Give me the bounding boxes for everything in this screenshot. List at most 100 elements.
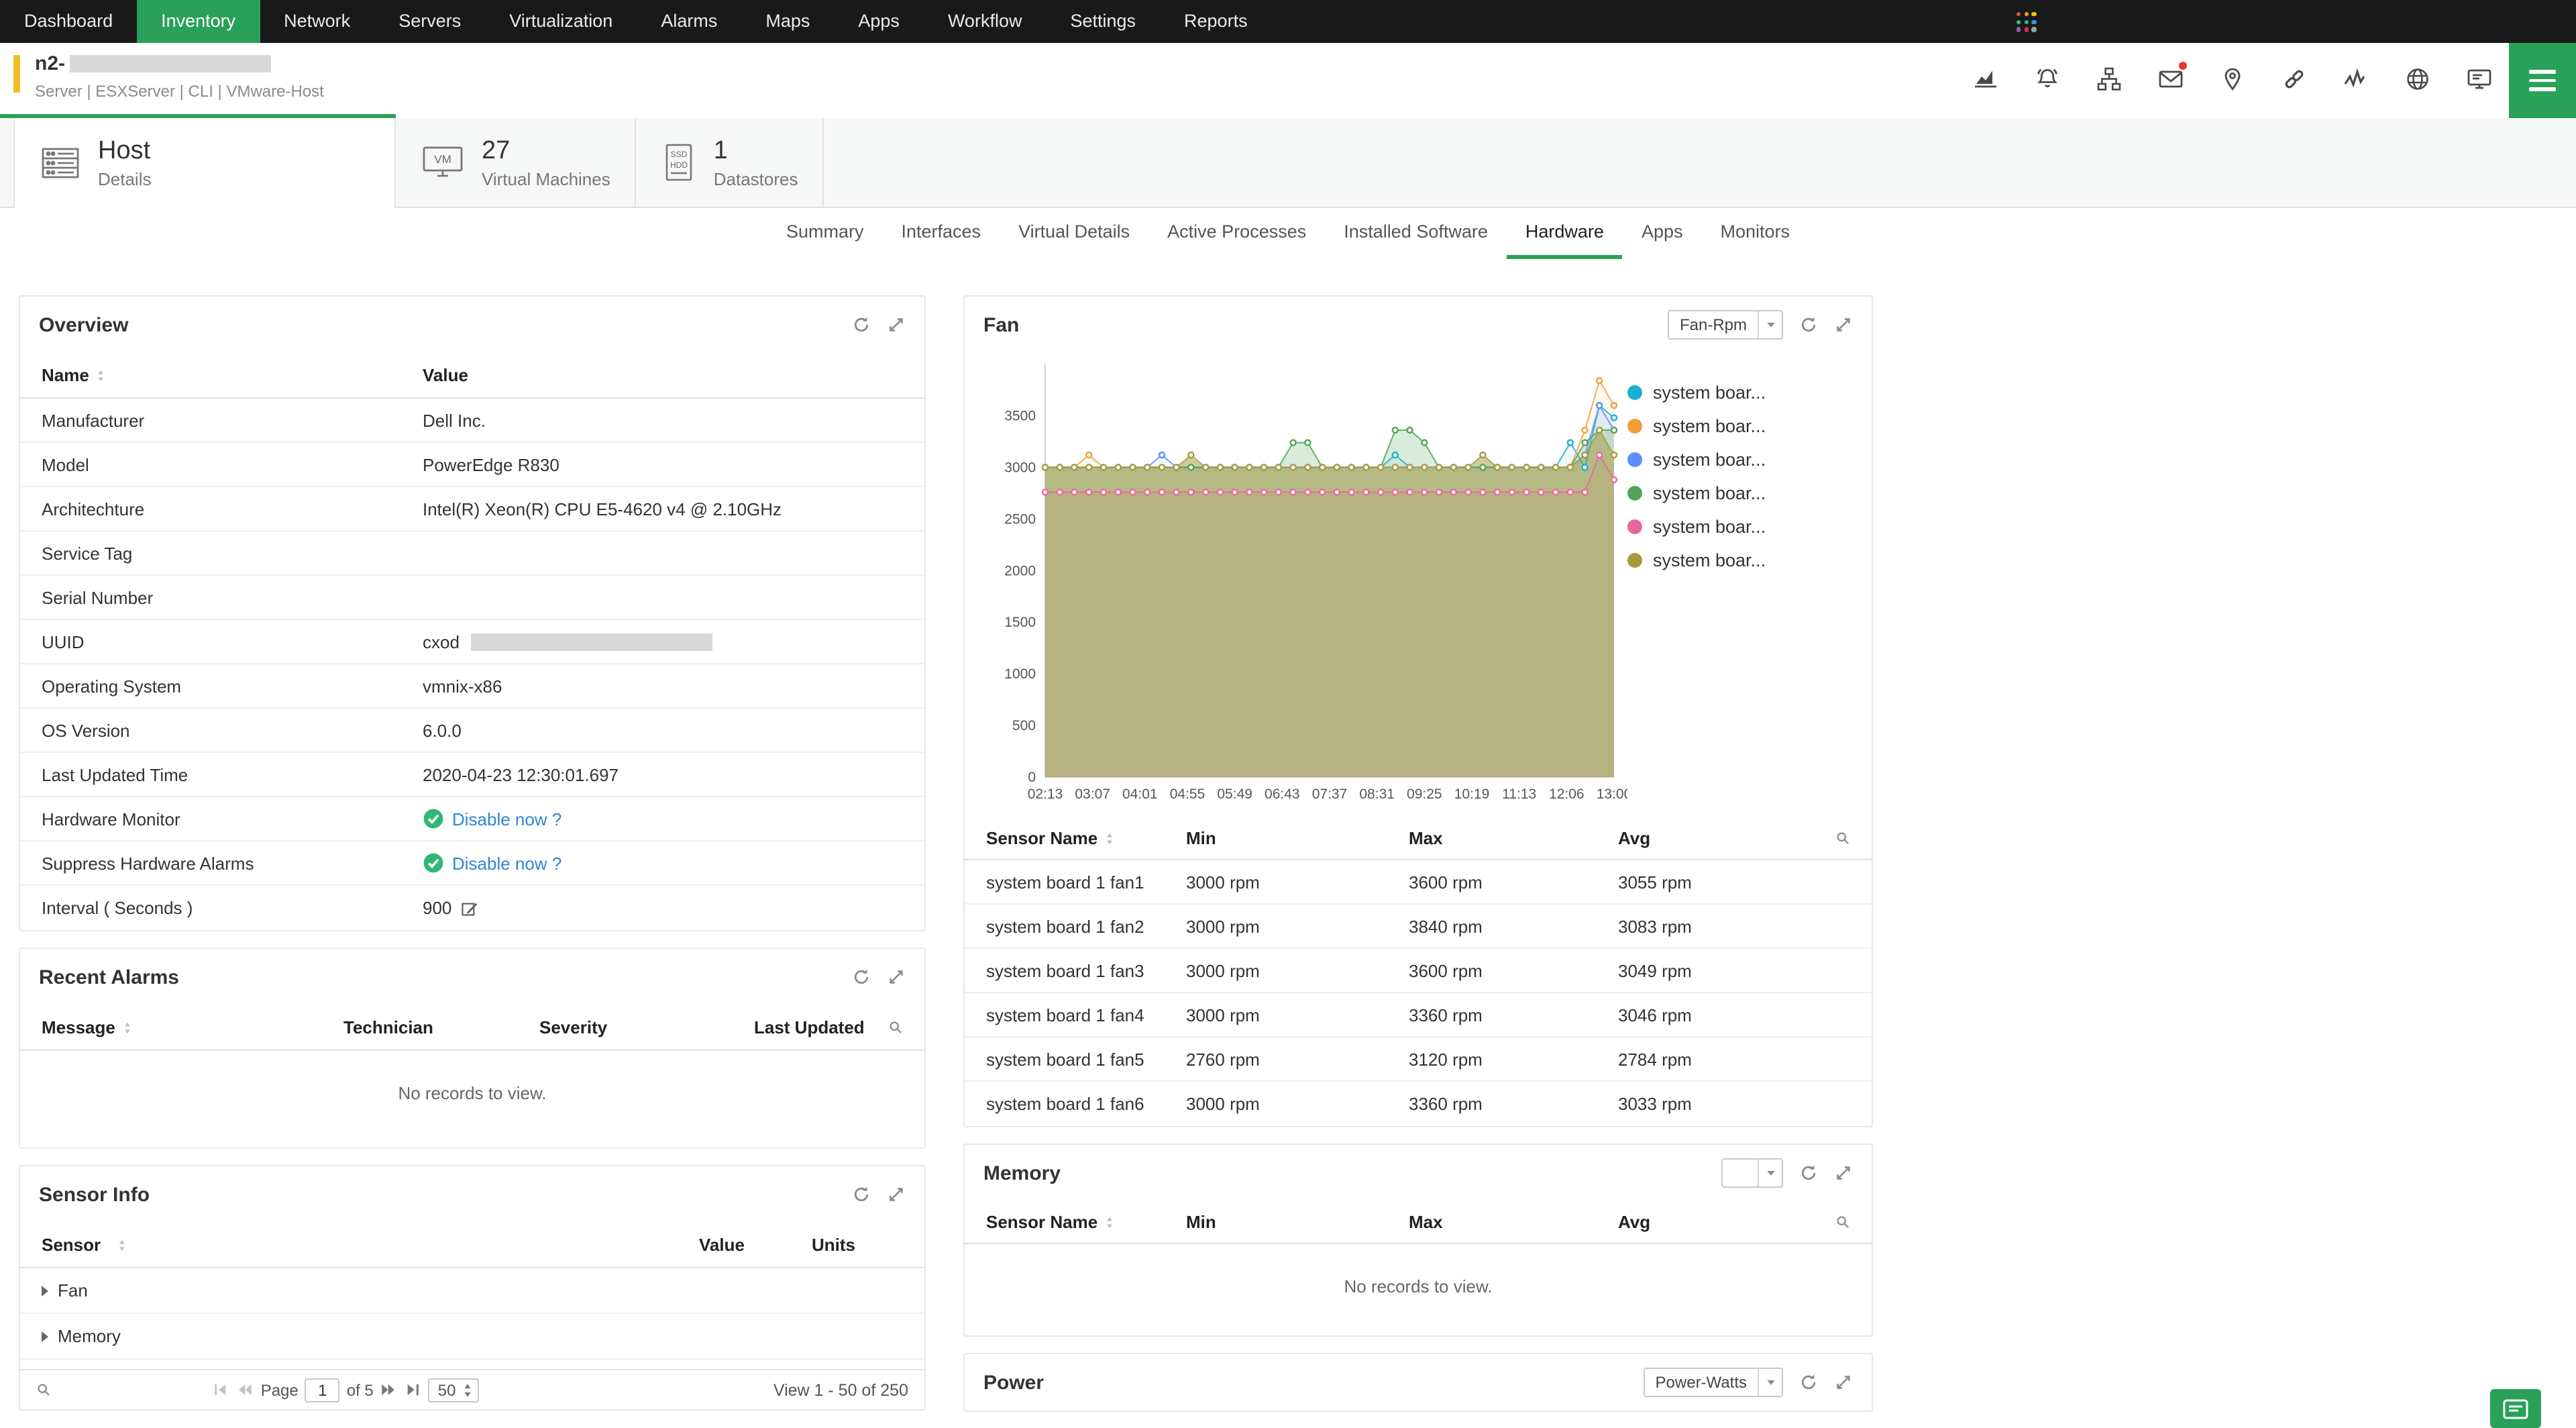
topology-icon[interactable]	[2096, 66, 2123, 93]
last-page-icon[interactable]	[405, 1381, 422, 1398]
legend-item[interactable]: system boar...	[1627, 416, 1853, 436]
search-icon[interactable]	[1835, 831, 1850, 846]
refresh-icon[interactable]	[1799, 1164, 1818, 1182]
column-header-sensor-name[interactable]: Sensor Name	[986, 1212, 1186, 1232]
memory-metric-dropdown[interactable]	[1721, 1158, 1783, 1188]
link-icon[interactable]	[2281, 66, 2308, 93]
column-header-message[interactable]: Message	[42, 1017, 343, 1037]
subtab-apps[interactable]: Apps	[1623, 208, 1702, 259]
search-icon[interactable]	[888, 1020, 903, 1035]
table-row: Operating System vmnix-x86	[20, 664, 924, 709]
header-action-icons	[1972, 62, 2493, 93]
legend-item[interactable]: system boar...	[1627, 382, 1853, 403]
table-row: Interval ( Seconds ) 900	[20, 886, 924, 930]
column-header-min: Min	[1186, 828, 1216, 848]
power-metric-dropdown[interactable]: Power-Watts	[1643, 1368, 1783, 1397]
datastore-ssd-icon: SSD HDD	[665, 144, 692, 181]
subtab-summary[interactable]: Summary	[767, 208, 883, 259]
refresh-icon[interactable]	[1799, 1373, 1818, 1392]
nav-item-virtualization[interactable]: Virtualization	[485, 0, 637, 43]
expand-icon[interactable]	[1834, 315, 1853, 334]
page-label: Page	[260, 1380, 299, 1399]
spinner-icon	[462, 1382, 474, 1398]
nav-item-alarms[interactable]: Alarms	[637, 0, 741, 43]
tab-datastores[interactable]: SSD HDD 1 Datastores	[636, 118, 824, 207]
expand-icon[interactable]	[1834, 1373, 1853, 1392]
sensor-group-fan[interactable]: Fan	[20, 1268, 924, 1314]
device-name-text: n2-	[35, 52, 65, 75]
legend-item[interactable]: system boar...	[1627, 517, 1853, 537]
legend-item[interactable]: system boar...	[1627, 450, 1853, 470]
nav-item-workflow[interactable]: Workflow	[924, 0, 1046, 43]
subtab-monitors[interactable]: Monitors	[1702, 208, 1809, 259]
legend-item[interactable]: system boar...	[1627, 550, 1853, 570]
page-number-input[interactable]	[305, 1378, 340, 1402]
column-header-last-updated: Last Updated	[754, 1017, 865, 1037]
fan-chart-legend: system boar... system boar... system boa…	[1627, 353, 1853, 817]
sensor-info-header: Sensor Value Units	[20, 1223, 924, 1268]
sparkline-icon[interactable]	[2343, 66, 2369, 93]
nav-item-apps[interactable]: Apps	[834, 0, 924, 43]
subtab-interfaces[interactable]: Interfaces	[883, 208, 1000, 259]
expand-icon[interactable]	[1834, 1164, 1853, 1182]
table-row: Service Tag	[20, 531, 924, 576]
sensor-group-memory[interactable]: Memory	[20, 1314, 924, 1360]
refresh-icon[interactable]	[1799, 315, 1818, 334]
mail-icon[interactable]	[2157, 62, 2187, 93]
nav-item-dashboard[interactable]: Dashboard	[0, 0, 137, 43]
search-icon[interactable]	[36, 1382, 51, 1397]
column-header-sensor-name[interactable]: Sensor Name	[986, 828, 1186, 848]
expand-icon[interactable]	[887, 968, 906, 986]
nav-item-maps[interactable]: Maps	[741, 0, 834, 43]
subtab-virtual-details[interactable]: Virtual Details	[1000, 208, 1148, 259]
nav-item-servers[interactable]: Servers	[374, 0, 485, 43]
tab-host-details[interactable]: Host Details	[13, 118, 396, 208]
apps-grid-icon[interactable]	[2017, 12, 2037, 32]
next-page-icon[interactable]	[380, 1381, 398, 1398]
refresh-icon[interactable]	[852, 1185, 871, 1204]
nav-item-network[interactable]: Network	[260, 0, 374, 43]
fan-metric-dropdown[interactable]: Fan-Rpm	[1667, 310, 1783, 340]
location-icon[interactable]	[2219, 66, 2246, 93]
globe-icon[interactable]	[2404, 66, 2431, 93]
table-row: OS Version 6.0.0	[20, 709, 924, 753]
tab-virtual-machines[interactable]: VM 27 Virtual Machines	[396, 118, 636, 207]
first-page-icon[interactable]	[213, 1381, 230, 1398]
search-icon[interactable]	[1835, 1215, 1850, 1229]
check-circle-icon	[423, 808, 444, 829]
disable-suppress-alarms-link[interactable]: Disable now ?	[452, 853, 561, 873]
refresh-icon[interactable]	[852, 315, 871, 334]
subtab-active-processes[interactable]: Active Processes	[1148, 208, 1325, 259]
svg-text:05:49: 05:49	[1217, 786, 1252, 802]
host-rack-icon	[42, 147, 79, 178]
report-chart-icon[interactable]	[1972, 66, 1999, 93]
page-size-select[interactable]: 50	[428, 1378, 479, 1402]
legend-item[interactable]: system boar...	[1627, 483, 1853, 503]
left-column: Overview Name Value Manufacturer Dell Inc…	[19, 295, 926, 1427]
edit-interval-icon[interactable]	[460, 899, 478, 917]
expand-icon[interactable]	[887, 1185, 906, 1204]
column-header-value: Value	[699, 1235, 745, 1255]
prev-page-icon[interactable]	[237, 1381, 254, 1398]
nav-item-settings[interactable]: Settings	[1046, 0, 1160, 43]
device-header: n2- Server | ESXServer | CLI | VMware-Ho…	[0, 43, 2576, 118]
chevron-down-icon	[1758, 1369, 1782, 1396]
alarm-bell-icon[interactable]	[2034, 66, 2061, 93]
datastore-count: 1	[713, 136, 728, 164]
nav-item-reports[interactable]: Reports	[1160, 0, 1272, 43]
subtab-installed-software[interactable]: Installed Software	[1325, 208, 1507, 259]
column-header-sensor[interactable]: Sensor	[42, 1235, 699, 1255]
hamburger-menu-button[interactable]	[2509, 43, 2576, 118]
sensor-info-title: Sensor Info	[39, 1183, 150, 1206]
refresh-icon[interactable]	[852, 968, 871, 986]
column-header-name[interactable]: Name	[42, 365, 423, 385]
svg-text:02:13: 02:13	[1028, 786, 1063, 802]
feedback-chat-button[interactable]	[2490, 1389, 2541, 1428]
disable-hardware-monitor-link[interactable]: Disable now ?	[452, 809, 561, 829]
subtab-hardware[interactable]: Hardware	[1506, 208, 1623, 259]
datastore-label: Datastores	[713, 168, 798, 189]
legend-dot	[1627, 419, 1642, 434]
nav-item-inventory[interactable]: Inventory	[137, 0, 260, 43]
expand-icon[interactable]	[887, 315, 906, 334]
remote-screen-icon[interactable]	[2466, 66, 2493, 93]
